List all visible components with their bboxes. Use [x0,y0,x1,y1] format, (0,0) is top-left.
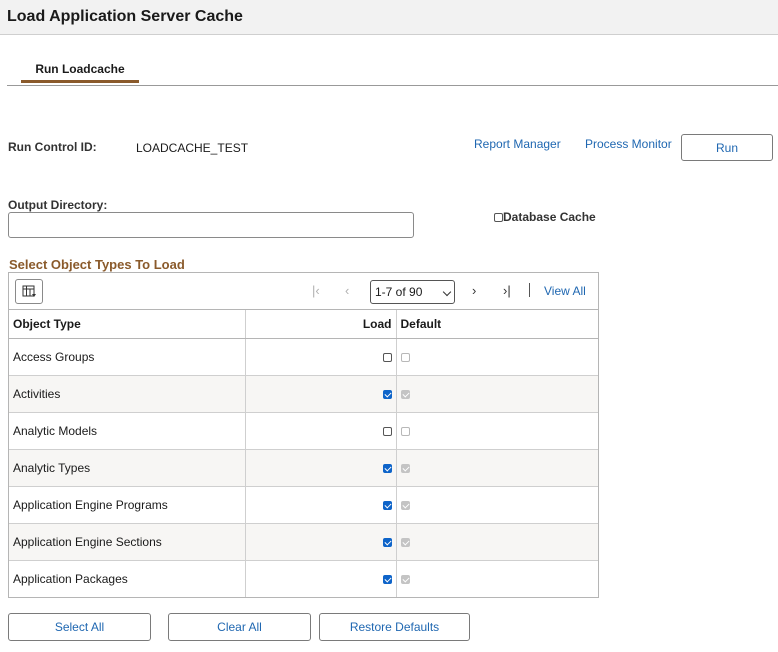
object-type-cell: Access Groups [9,338,246,376]
clear-all-button[interactable]: Clear All [168,613,311,641]
load-checkbox[interactable] [382,352,392,362]
table-header-row: Object Type Load Default [9,310,598,339]
load-cell [245,523,397,561]
restore-defaults-button[interactable]: Restore Defaults [319,613,470,641]
tab-divider [7,85,778,86]
grid-settings-icon [22,285,36,297]
run-control-id-value: LOADCACHE_TEST [136,141,249,155]
load-checkbox[interactable] [382,463,392,473]
object-types-grid: |‹ ‹ 1-7 of 90 › ›| View All Object Type… [8,272,599,598]
default-cell [396,486,598,524]
page-range-select[interactable]: 1-7 of 90 [370,280,455,304]
chevron-down-icon [442,287,452,297]
object-type-cell: Analytic Types [9,449,246,487]
grid-toolbar: |‹ ‹ 1-7 of 90 › ›| View All [9,273,598,310]
default-checkbox [400,575,410,585]
load-checkbox[interactable] [382,575,392,585]
toolbar-separator [529,283,530,297]
load-cell [245,412,397,450]
grid-personalize-button[interactable] [15,279,43,304]
load-checkbox[interactable] [382,426,392,436]
active-tab-indicator [21,80,139,83]
column-header-load[interactable]: Load [245,310,397,339]
default-checkbox [400,389,410,399]
default-checkbox [400,352,410,362]
first-page-icon[interactable]: |‹ [312,283,320,298]
load-cell [245,486,397,524]
page-title: Load Application Server Cache [7,8,243,25]
object-types-title: Select Object Types To Load [9,257,185,272]
table-row: Analytic Types [9,449,598,487]
next-page-icon[interactable]: › [472,283,476,298]
table-row: Access Groups [9,338,598,376]
default-cell [396,523,598,561]
page-header: Load Application Server Cache [0,0,778,35]
default-checkbox [400,463,410,473]
object-types-table: Object Type Load Default Access Groups A… [9,310,598,597]
column-header-object-type[interactable]: Object Type [9,310,246,339]
load-cell [245,375,397,413]
database-cache-checkbox[interactable] [494,213,503,223]
column-header-default[interactable]: Default [396,310,598,339]
page-range-value: 1-7 of 90 [375,285,423,299]
database-cache-label: Database Cache [503,210,596,224]
last-page-icon[interactable]: ›| [503,283,511,298]
previous-page-icon[interactable]: ‹ [345,283,349,298]
select-all-button[interactable]: Select All [8,613,151,641]
default-checkbox [400,500,410,510]
output-directory-label: Output Directory: [8,198,108,212]
default-cell [396,375,598,413]
default-cell [396,412,598,450]
table-row: Application Packages [9,560,598,597]
table-row: Analytic Models [9,412,598,450]
table-row: Application Engine Programs [9,486,598,524]
database-cache-option[interactable]: Database Cache [494,210,596,224]
load-checkbox[interactable] [382,389,392,399]
default-cell [396,449,598,487]
view-all-link[interactable]: View All [544,284,586,298]
default-checkbox [400,426,410,436]
output-directory-input[interactable] [8,212,414,238]
report-manager-link[interactable]: Report Manager [474,137,561,151]
table-row: Application Engine Sections [9,523,598,561]
run-button[interactable]: Run [681,134,773,161]
object-type-cell: Analytic Models [9,412,246,450]
load-cell [245,560,397,597]
process-monitor-link[interactable]: Process Monitor [585,137,672,151]
load-cell [245,449,397,487]
object-type-cell: Application Packages [9,560,246,597]
default-cell [396,560,598,597]
object-type-cell: Application Engine Sections [9,523,246,561]
load-cell [245,338,397,376]
load-checkbox[interactable] [382,537,392,547]
default-checkbox [400,537,410,547]
object-type-cell: Activities [9,375,246,413]
load-checkbox[interactable] [382,500,392,510]
object-type-cell: Application Engine Programs [9,486,246,524]
table-row: Activities [9,375,598,413]
run-control-id-label: Run Control ID: [8,140,97,154]
default-cell [396,338,598,376]
